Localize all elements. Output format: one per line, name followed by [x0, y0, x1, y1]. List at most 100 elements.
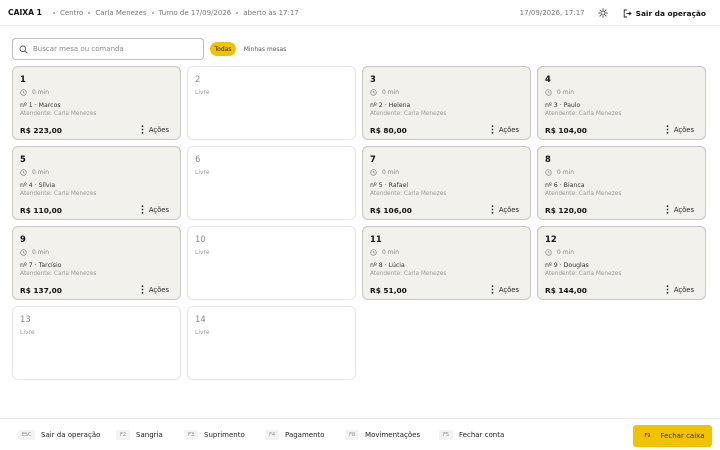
actions-button[interactable]: Ações [666, 125, 694, 134]
more-vertical-icon [141, 285, 144, 294]
elapsed-time-value: 0 min [382, 89, 400, 96]
comanda-label: nº 1 · Marcos [20, 102, 61, 109]
attendant-label: Atendente: Carla Menezes [545, 271, 622, 277]
clock-icon [545, 89, 552, 96]
comanda-label: nº 4 · Sílvia [20, 182, 56, 189]
table-number: 3 [370, 74, 376, 84]
table-card[interactable]: 3 0 min nº 2 · Helena Atendente: Carla Mene… [362, 66, 531, 140]
table-status: Livre [195, 169, 210, 176]
more-vertical-icon [141, 205, 144, 214]
clock-icon [545, 249, 552, 256]
more-vertical-icon [491, 285, 494, 294]
shortcut-key: ESC [18, 430, 36, 440]
elapsed-time: 0 min [545, 249, 574, 256]
shortcut-f4-button[interactable]: F4 Pagamento [265, 427, 325, 443]
table-card[interactable]: 9 0 min nº 7 · Tarcísio Atendente: Carla Me… [12, 226, 181, 300]
filter-my-tables-chip[interactable]: Minhas mesas [240, 42, 290, 56]
actions-button[interactable]: Ações [141, 125, 169, 134]
actions-button[interactable]: Ações [141, 205, 169, 214]
elapsed-time-value: 0 min [557, 169, 575, 176]
table-card[interactable]: 10 Livre [187, 226, 356, 300]
table-number: 1 [20, 74, 26, 84]
actions-button[interactable]: Ações [491, 285, 519, 294]
actions-button[interactable]: Ações [491, 125, 519, 134]
close-register-button[interactable]: F9 Fechar caixa [633, 425, 712, 447]
operator-label: Carla Menezes [95, 8, 147, 17]
table-total: R$ 120,00 [545, 206, 587, 215]
shortcut-f5-button[interactable]: F5 Fechar conta [439, 427, 504, 443]
comanda-label: nº 6 · Bianca [545, 182, 585, 189]
actions-button[interactable]: Ações [141, 285, 169, 294]
elapsed-time-value: 0 min [557, 249, 575, 256]
search-icon [19, 45, 28, 54]
actions-label: Ações [673, 125, 694, 134]
shortcut-key: F2 [116, 430, 131, 440]
current-datetime: 17/09/2026, 17:17 [519, 9, 585, 17]
table-number: 2 [195, 74, 201, 84]
table-card[interactable]: 12 0 min nº 9 · Douglas Atendente: Carla Me… [537, 226, 706, 300]
shortcut-key: F4 [265, 430, 280, 440]
search-box [12, 38, 204, 60]
clock-icon [20, 169, 27, 176]
table-card[interactable]: 6 Livre [187, 146, 356, 220]
table-card[interactable]: 1 0 min nº 1 · Marcos Atendente: Carla Mene… [12, 66, 181, 140]
table-card[interactable]: 8 0 min nº 6 · Bianca Atendente: Carla Mene… [537, 146, 706, 220]
actions-label: Ações [498, 205, 519, 214]
exit-operation-button[interactable]: Sair da operação [623, 9, 706, 18]
table-number: 7 [370, 154, 376, 164]
table-number: 13 [20, 314, 31, 324]
shortcut-key: F5 [439, 430, 454, 440]
table-total: R$ 110,00 [20, 206, 62, 215]
table-card[interactable]: 4 0 min nº 3 · Paulo Atendente: Carla Menez… [537, 66, 706, 140]
header-actions: 17/09/2026, 17:17 Sair da operação [520, 0, 706, 26]
shortcut-label: Movimentações [365, 431, 421, 439]
shortcut-esc-button[interactable]: ESC Sair da operação [18, 427, 100, 443]
table-card[interactable]: 14 Livre [187, 306, 356, 380]
sun-gear-icon[interactable] [597, 7, 609, 19]
table-card[interactable]: 13 Livre [12, 306, 181, 380]
actions-label: Ações [673, 285, 694, 294]
shortcut-label: Suprimento [204, 431, 245, 439]
table-card[interactable]: 2 Livre [187, 66, 356, 140]
table-number: 5 [20, 154, 26, 164]
more-vertical-icon [141, 125, 144, 134]
actions-button[interactable]: Ações [666, 205, 694, 214]
comanda-label: nº 9 · Douglas [545, 262, 589, 269]
shortcut-key: F8 [345, 430, 360, 440]
shortcut-label: Sangria [136, 431, 163, 439]
table-status: Livre [195, 329, 210, 336]
comanda-label: nº 7 · Tarcísio [20, 262, 62, 269]
elapsed-time-value: 0 min [32, 89, 50, 96]
shift-label: Turno de 17/09/2026 [158, 8, 232, 17]
shortcut-f3-button[interactable]: F3 Suprimento [184, 427, 245, 443]
filter-all-chip[interactable]: Todas [210, 42, 236, 56]
shortcut-f2-button[interactable]: F2 Sangria [116, 427, 163, 443]
elapsed-time-value: 0 min [32, 169, 50, 176]
clock-icon [370, 169, 377, 176]
attendant-label: Atendente: Carla Menezes [20, 271, 97, 277]
comanda-label: nº 8 · Lúcia [370, 262, 405, 269]
elapsed-time: 0 min [20, 169, 49, 176]
actions-label: Ações [148, 125, 169, 134]
more-vertical-icon [666, 285, 669, 294]
clock-icon [20, 249, 27, 256]
table-number: 10 [195, 234, 206, 244]
shortcut-f8-button[interactable]: F8 Movimentações [345, 427, 420, 443]
attendant-label: Atendente: Carla Menezes [545, 111, 622, 117]
table-number: 12 [545, 234, 557, 244]
register-title: CAIXA 1 [8, 8, 42, 17]
actions-label: Ações [498, 125, 519, 134]
search-input[interactable] [33, 45, 193, 53]
actions-button[interactable]: Ações [491, 205, 519, 214]
opened-label: aberto às 17:17 [243, 8, 299, 17]
attendant-label: Atendente: Carla Menezes [370, 191, 447, 197]
table-card[interactable]: 5 0 min nº 4 · Sílvia Atendente: Carla Mene… [12, 146, 181, 220]
table-number: 4 [545, 74, 551, 84]
shortcut-label: Sair da operação [41, 431, 101, 439]
table-total: R$ 51,00 [370, 286, 407, 295]
table-card[interactable]: 11 0 min nº 8 · Lúcia Atendente: Carla Mene… [362, 226, 531, 300]
actions-button[interactable]: Ações [666, 285, 694, 294]
elapsed-time-value: 0 min [32, 249, 50, 256]
table-card[interactable]: 7 0 min nº 5 · Rafael Atendente: Carla Mene… [362, 146, 531, 220]
shortcut-label: Fechar conta [459, 431, 505, 439]
